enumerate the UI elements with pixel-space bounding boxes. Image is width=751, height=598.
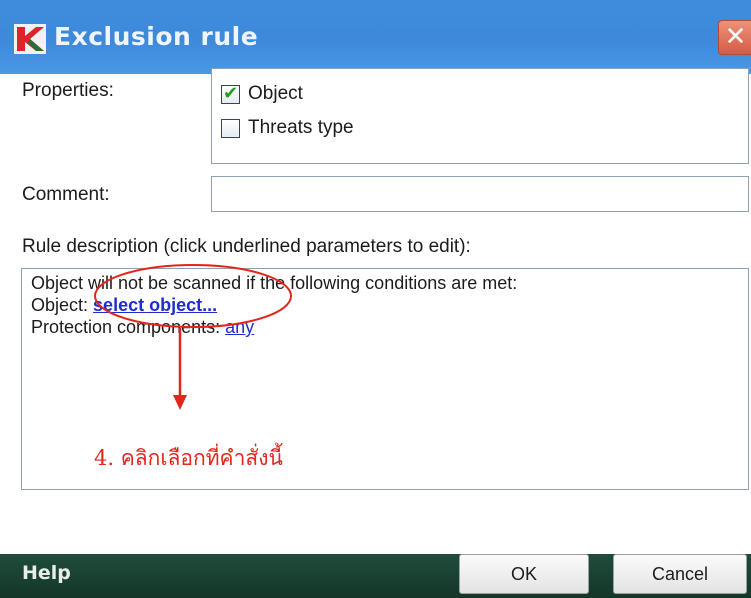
annotation-overlay [94, 264, 292, 410]
annotation-arrow-head [173, 395, 187, 410]
ok-button[interactable]: OK [459, 554, 589, 594]
annotation-text: 4. คลิกเลือกที่คำสั่งนี้ [94, 446, 283, 470]
footer-bar: Help OK Cancel [0, 554, 751, 598]
cancel-button[interactable]: Cancel [613, 554, 747, 594]
highlight-ellipse [94, 264, 292, 328]
help-link[interactable]: Help [22, 562, 71, 584]
